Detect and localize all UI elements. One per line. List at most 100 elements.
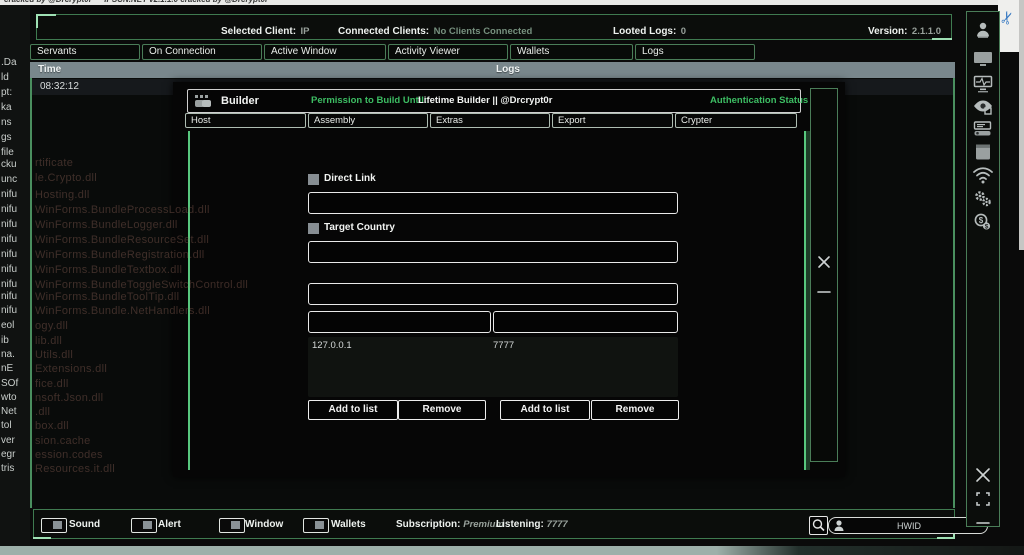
- builder-close-icon[interactable]: [816, 254, 832, 270]
- underlay-text-fragment: tris: [1, 463, 14, 474]
- svg-text:$: $: [985, 224, 989, 231]
- window-toggle[interactable]: [219, 518, 245, 533]
- hardware-info-icon[interactable]: [967, 118, 999, 140]
- target-country-input[interactable]: [308, 241, 678, 263]
- host-list-item[interactable]: 127.0.0.1: [312, 340, 352, 351]
- add-port-button[interactable]: Add to list: [500, 400, 590, 420]
- port-entry-input[interactable]: [493, 311, 678, 333]
- underlay-text-fragment: nE: [1, 363, 13, 374]
- port-list-item[interactable]: 7777: [493, 340, 514, 351]
- tab-on-connection[interactable]: On Connection: [142, 44, 262, 60]
- underlay-text-fragment: ver: [1, 435, 15, 446]
- host-entry-input[interactable]: [308, 311, 491, 333]
- add-host-button[interactable]: Add to list: [308, 400, 398, 420]
- underlying-window-title: cracked by @Drcrypt0r — IPSCN.NET v2.1.1…: [4, 0, 268, 4]
- underlay-text-fragment: cku: [1, 159, 17, 170]
- underlay-text-fragment: wto: [1, 392, 17, 403]
- app-minimize-icon[interactable]: [967, 512, 999, 534]
- underlay-text-fragment: ld: [1, 72, 9, 83]
- log-time: 08:32:12: [40, 81, 79, 92]
- underlay-text-fragment: nifu: [1, 189, 17, 200]
- bottom-bar: Sound Alert Window Wallets Subscription:…: [33, 509, 955, 539]
- underlay-text-fragment: nifu: [1, 305, 17, 316]
- authentication-status: Authentication Status: [710, 95, 808, 106]
- selected-client-value: IP: [300, 26, 309, 37]
- app-maximize-icon[interactable]: [967, 488, 999, 510]
- column-logs: Logs: [496, 64, 520, 75]
- underlying-window-title-strip: cracked by @Drcrypt0r — IPSCN.NET v2.1.1…: [0, 0, 1024, 5]
- remove-port-button[interactable]: Remove: [591, 400, 679, 420]
- corner-accent: [36, 14, 56, 16]
- underlay-text-fragment: nifu: [1, 219, 17, 230]
- underlay-text-fragment: eol: [1, 320, 14, 331]
- selected-client-label: Selected Client:: [221, 26, 296, 37]
- builder-icon: [194, 94, 216, 108]
- underlay-text-fragment: nifu: [1, 264, 17, 275]
- user-icon[interactable]: [967, 19, 999, 41]
- builder-tab-export[interactable]: Export: [552, 113, 673, 128]
- looted-logs-label: Looted Logs:: [613, 26, 676, 37]
- underlying-scrollbar: [1019, 0, 1024, 250]
- version-label: Version:: [868, 26, 907, 37]
- sound-toggle[interactable]: [41, 518, 67, 533]
- version-value: 2.1.1.0: [912, 26, 941, 37]
- underlying-file-list-strip: .Daldpt:kansgsfileckuuncnifunifunifunifu…: [0, 5, 30, 546]
- wallets-toggle[interactable]: [303, 518, 329, 533]
- corner-accent: [36, 14, 38, 28]
- target-country-checkbox[interactable]: [308, 223, 319, 234]
- alert-toggle[interactable]: [131, 518, 157, 533]
- tab-servants[interactable]: Servants: [30, 44, 140, 60]
- underlay-text-fragment: tol: [1, 420, 12, 431]
- hidden-browser-icon[interactable]: [967, 96, 999, 118]
- underlay-text-fragment: pt:: [1, 87, 12, 98]
- search-icon: [811, 518, 826, 533]
- app-close-icon[interactable]: [967, 464, 999, 486]
- direct-link-input[interactable]: [308, 192, 678, 214]
- remote-desktop-icon[interactable]: [967, 48, 999, 70]
- settings-gears-icon[interactable]: [967, 188, 999, 210]
- underlay-text-fragment: ka: [1, 102, 12, 113]
- tab-active-window[interactable]: Active Window: [264, 44, 386, 60]
- user-icon: [833, 519, 846, 532]
- underlay-text-fragment: unc: [1, 174, 17, 185]
- subscription-status: Subscription: Premium: [396, 519, 504, 530]
- remove-host-button[interactable]: Remove: [398, 400, 486, 420]
- listening-value: 7777: [547, 519, 568, 530]
- host-port-list[interactable]: 127.0.0.1 7777: [308, 337, 678, 397]
- funds-icon[interactable]: $ $: [967, 211, 999, 233]
- direct-link-label: Direct Link: [324, 173, 376, 184]
- underlay-text-fragment: Net: [1, 406, 17, 417]
- subscription-label: Subscription:: [396, 519, 460, 530]
- builder-tab-crypter[interactable]: Crypter: [675, 113, 797, 128]
- activity-monitor-icon[interactable]: [967, 73, 999, 95]
- network-wifi-icon[interactable]: [967, 164, 999, 186]
- builder-title: Builder: [221, 95, 259, 107]
- underlay-text-fragment: nifu: [1, 204, 17, 215]
- underlay-text-fragment: gs: [1, 132, 12, 143]
- builder-tab-assembly[interactable]: Assembly: [308, 113, 428, 128]
- direct-link-checkbox[interactable]: [308, 174, 319, 185]
- host-input[interactable]: [308, 283, 678, 305]
- tab-wallets[interactable]: Wallets: [510, 44, 633, 60]
- underlay-text-fragment: nifu: [1, 279, 17, 290]
- tab-logs[interactable]: Logs: [635, 44, 755, 60]
- screen: cracked by @Drcrypt0r — IPSCN.NET v2.1.1…: [0, 0, 1024, 555]
- file-manager-icon[interactable]: [967, 141, 999, 163]
- search-button[interactable]: [809, 516, 828, 535]
- underlay-text-fragment: nifu: [1, 291, 17, 302]
- connected-clients-value: No Clients Connected: [434, 26, 533, 37]
- underlay-text-fragment: nifu: [1, 234, 17, 245]
- target-country-label: Target Country: [324, 222, 395, 233]
- builder-tab-host[interactable]: Host: [185, 113, 306, 128]
- hwid-input[interactable]: [847, 518, 971, 533]
- underlay-text-fragment: .Da: [1, 57, 17, 68]
- wallets-label: Wallets: [331, 519, 366, 530]
- permission-label: Permission to Build Until:: [311, 95, 427, 106]
- tab-activity-viewer[interactable]: Activity Viewer: [388, 44, 508, 60]
- builder-minimize-icon[interactable]: [816, 282, 832, 288]
- builder-tab-extras[interactable]: Extras: [430, 113, 550, 128]
- builder-side-panel: [810, 88, 838, 462]
- hwid-field[interactable]: [828, 517, 988, 534]
- connected-clients-label: Connected Clients:: [338, 26, 429, 37]
- right-sidebar: $ $: [966, 11, 1000, 527]
